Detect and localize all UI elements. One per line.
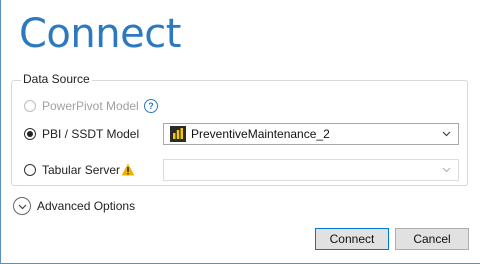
pbi-model-select-value: PreventiveMaintenance_2 [191, 127, 330, 141]
powerpivot-model-option: PowerPivot Model [24, 96, 139, 116]
cancel-button[interactable]: Cancel [395, 228, 469, 250]
advanced-options-toggle[interactable]: Advanced Options [13, 197, 135, 215]
pbi-icon [170, 126, 186, 142]
chevron-down-icon [18, 204, 26, 209]
chevron-down-icon [442, 167, 451, 173]
warning-icon [121, 163, 135, 176]
expand-icon[interactable] [13, 197, 31, 215]
tabular-server-option[interactable]: Tabular Server [24, 160, 120, 180]
help-icon[interactable]: ? [144, 99, 158, 113]
pbi-ssdt-model-radio[interactable] [24, 128, 36, 140]
tabular-server-label: Tabular Server [42, 163, 121, 177]
tabular-server-radio[interactable] [24, 164, 36, 176]
connect-button[interactable]: Connect [315, 228, 389, 250]
powerpivot-model-label: PowerPivot Model [42, 99, 139, 113]
data-source-label: Data Source [21, 72, 92, 86]
powerpivot-model-radio [24, 100, 36, 112]
advanced-options-label: Advanced Options [37, 199, 136, 213]
pbi-ssdt-model-label: PBI / SSDT Model [42, 127, 140, 141]
dialog-title: Connect [19, 11, 181, 57]
tabular-server-select[interactable] [163, 159, 459, 181]
pbi-model-select[interactable]: PreventiveMaintenance_2 [163, 123, 459, 145]
pbi-ssdt-model-option[interactable]: PBI / SSDT Model [24, 124, 139, 144]
chevron-down-icon [442, 131, 451, 137]
